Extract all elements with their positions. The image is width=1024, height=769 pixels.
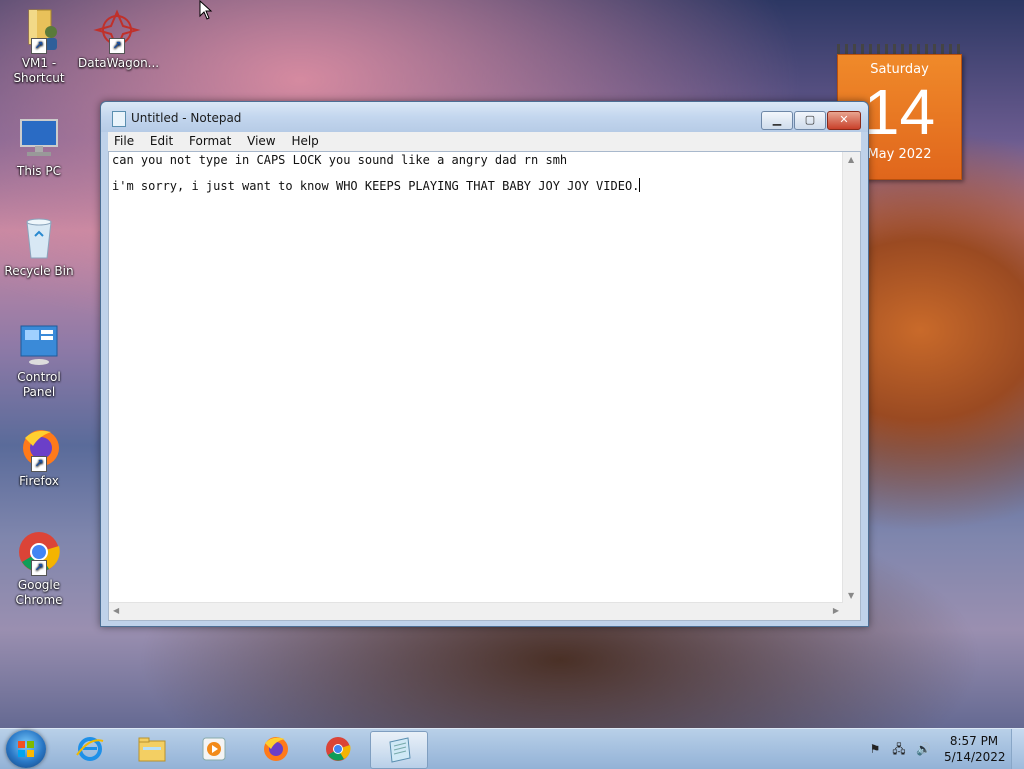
desktop-icon-label: Recycle Bin	[4, 264, 74, 278]
desktop-icon-firefox[interactable]: ↗ Firefox	[0, 424, 78, 489]
desktop-icon-label: Control Panel	[17, 370, 61, 399]
desktop-icon-label: Firefox	[19, 474, 59, 488]
chrome-icon: ↗	[15, 528, 63, 576]
taskbar-internet-explorer[interactable]	[62, 731, 118, 767]
scroll-down-arrow-icon[interactable]: ▼	[848, 591, 854, 600]
minimize-button[interactable]: ▁	[761, 111, 793, 130]
menu-help[interactable]: Help	[285, 132, 324, 150]
media-player-icon	[202, 737, 226, 761]
desktop-icon-this-pc[interactable]: This PC	[0, 114, 78, 179]
taskbar-clock[interactable]: 8:57 PM 5/14/2022	[944, 733, 1006, 765]
folder-user-icon: ↗	[15, 6, 63, 54]
clock-date: 5/14/2022	[944, 750, 1006, 764]
firefox-icon	[264, 737, 288, 761]
menu-format[interactable]: Format	[183, 132, 237, 150]
taskbar-firefox[interactable]	[248, 731, 304, 767]
chrome-icon	[326, 737, 351, 761]
datawagon-icon: ↗	[93, 6, 141, 54]
start-button[interactable]	[6, 730, 46, 768]
calendar-weekday: Saturday	[870, 62, 929, 77]
taskbar: ⚑ 🖧 🔊 8:57 PM 5/14/2022	[0, 728, 1024, 769]
menu-view[interactable]: View	[241, 132, 281, 150]
control-panel-icon	[15, 320, 63, 368]
desktop-icon-label: This PC	[17, 164, 61, 178]
menu-bar: File Edit Format View Help	[108, 132, 861, 151]
maximize-button[interactable]: ▢	[794, 111, 826, 130]
network-icon[interactable]: 🖧	[892, 742, 906, 756]
vertical-scrollbar[interactable]: ▲ ▼	[842, 152, 860, 603]
desktop-icon-label: Google Chrome	[15, 578, 63, 607]
notepad-window[interactable]: Untitled - Notepad ▁ ▢ ✕ File Edit Forma…	[100, 101, 869, 627]
text-cursor	[639, 178, 641, 192]
desktop-icon-google-chrome[interactable]: ↗ Google Chrome	[0, 528, 78, 608]
close-button[interactable]: ✕	[827, 111, 861, 130]
clock-time: 8:57 PM	[949, 734, 999, 748]
scroll-up-arrow-icon[interactable]: ▲	[848, 155, 854, 164]
window-title: Untitled - Notepad	[131, 111, 242, 125]
desktop-icon-control-panel[interactable]: Control Panel	[0, 320, 78, 400]
taskbar-notepad[interactable]	[370, 731, 428, 769]
recycle-bin-icon	[15, 214, 63, 262]
volume-icon[interactable]: 🔊	[916, 742, 931, 756]
menu-edit[interactable]: Edit	[144, 132, 179, 150]
show-desktop-button[interactable]	[1011, 729, 1024, 769]
horizontal-scrollbar[interactable]: ◀ ▶	[109, 602, 843, 620]
text-line: i'm sorry, i just want to know WHO KEEPS…	[112, 179, 640, 193]
file-explorer-icon	[138, 737, 166, 762]
computer-icon	[15, 114, 63, 162]
menu-file[interactable]: File	[108, 132, 140, 150]
desktop-icon-recycle-bin[interactable]: Recycle Bin	[0, 214, 78, 279]
text-editor[interactable]: can you not type in CAPS LOCK you sound …	[108, 151, 861, 621]
firefox-icon: ↗	[15, 424, 63, 472]
text-line-with-cursor: i'm sorry, i just want to know WHO KEEPS…	[112, 178, 840, 194]
scroll-right-arrow-icon[interactable]: ▶	[833, 606, 839, 615]
resize-grip[interactable]	[843, 603, 860, 620]
taskbar-file-explorer[interactable]	[124, 731, 180, 767]
mouse-pointer-icon	[199, 0, 213, 20]
window-titlebar[interactable]: Untitled - Notepad ▁ ▢ ✕	[101, 102, 868, 132]
desktop-icon-label: DataWagon...	[78, 56, 160, 70]
text-line: can you not type in CAPS LOCK you sound …	[112, 153, 568, 167]
desktop-icon-label: VM1 - Shortcut	[13, 56, 65, 85]
taskbar-chrome[interactable]	[310, 731, 366, 767]
notepad-icon	[389, 737, 411, 763]
windows-logo-icon	[18, 741, 34, 757]
action-center-flag-icon[interactable]: ⚑	[868, 742, 882, 756]
editor-text[interactable]: can you not type in CAPS LOCK you sound …	[112, 152, 840, 602]
calendar-rings	[837, 44, 962, 54]
notepad-icon	[112, 111, 126, 127]
scroll-left-arrow-icon[interactable]: ◀	[113, 606, 119, 615]
taskbar-media-player[interactable]	[186, 731, 242, 767]
desktop-icon-datawagon[interactable]: ↗ DataWagon...	[78, 6, 160, 71]
internet-explorer-icon	[76, 737, 104, 761]
desktop-icon-vm1-shortcut[interactable]: ↗ VM1 - Shortcut	[0, 6, 78, 86]
